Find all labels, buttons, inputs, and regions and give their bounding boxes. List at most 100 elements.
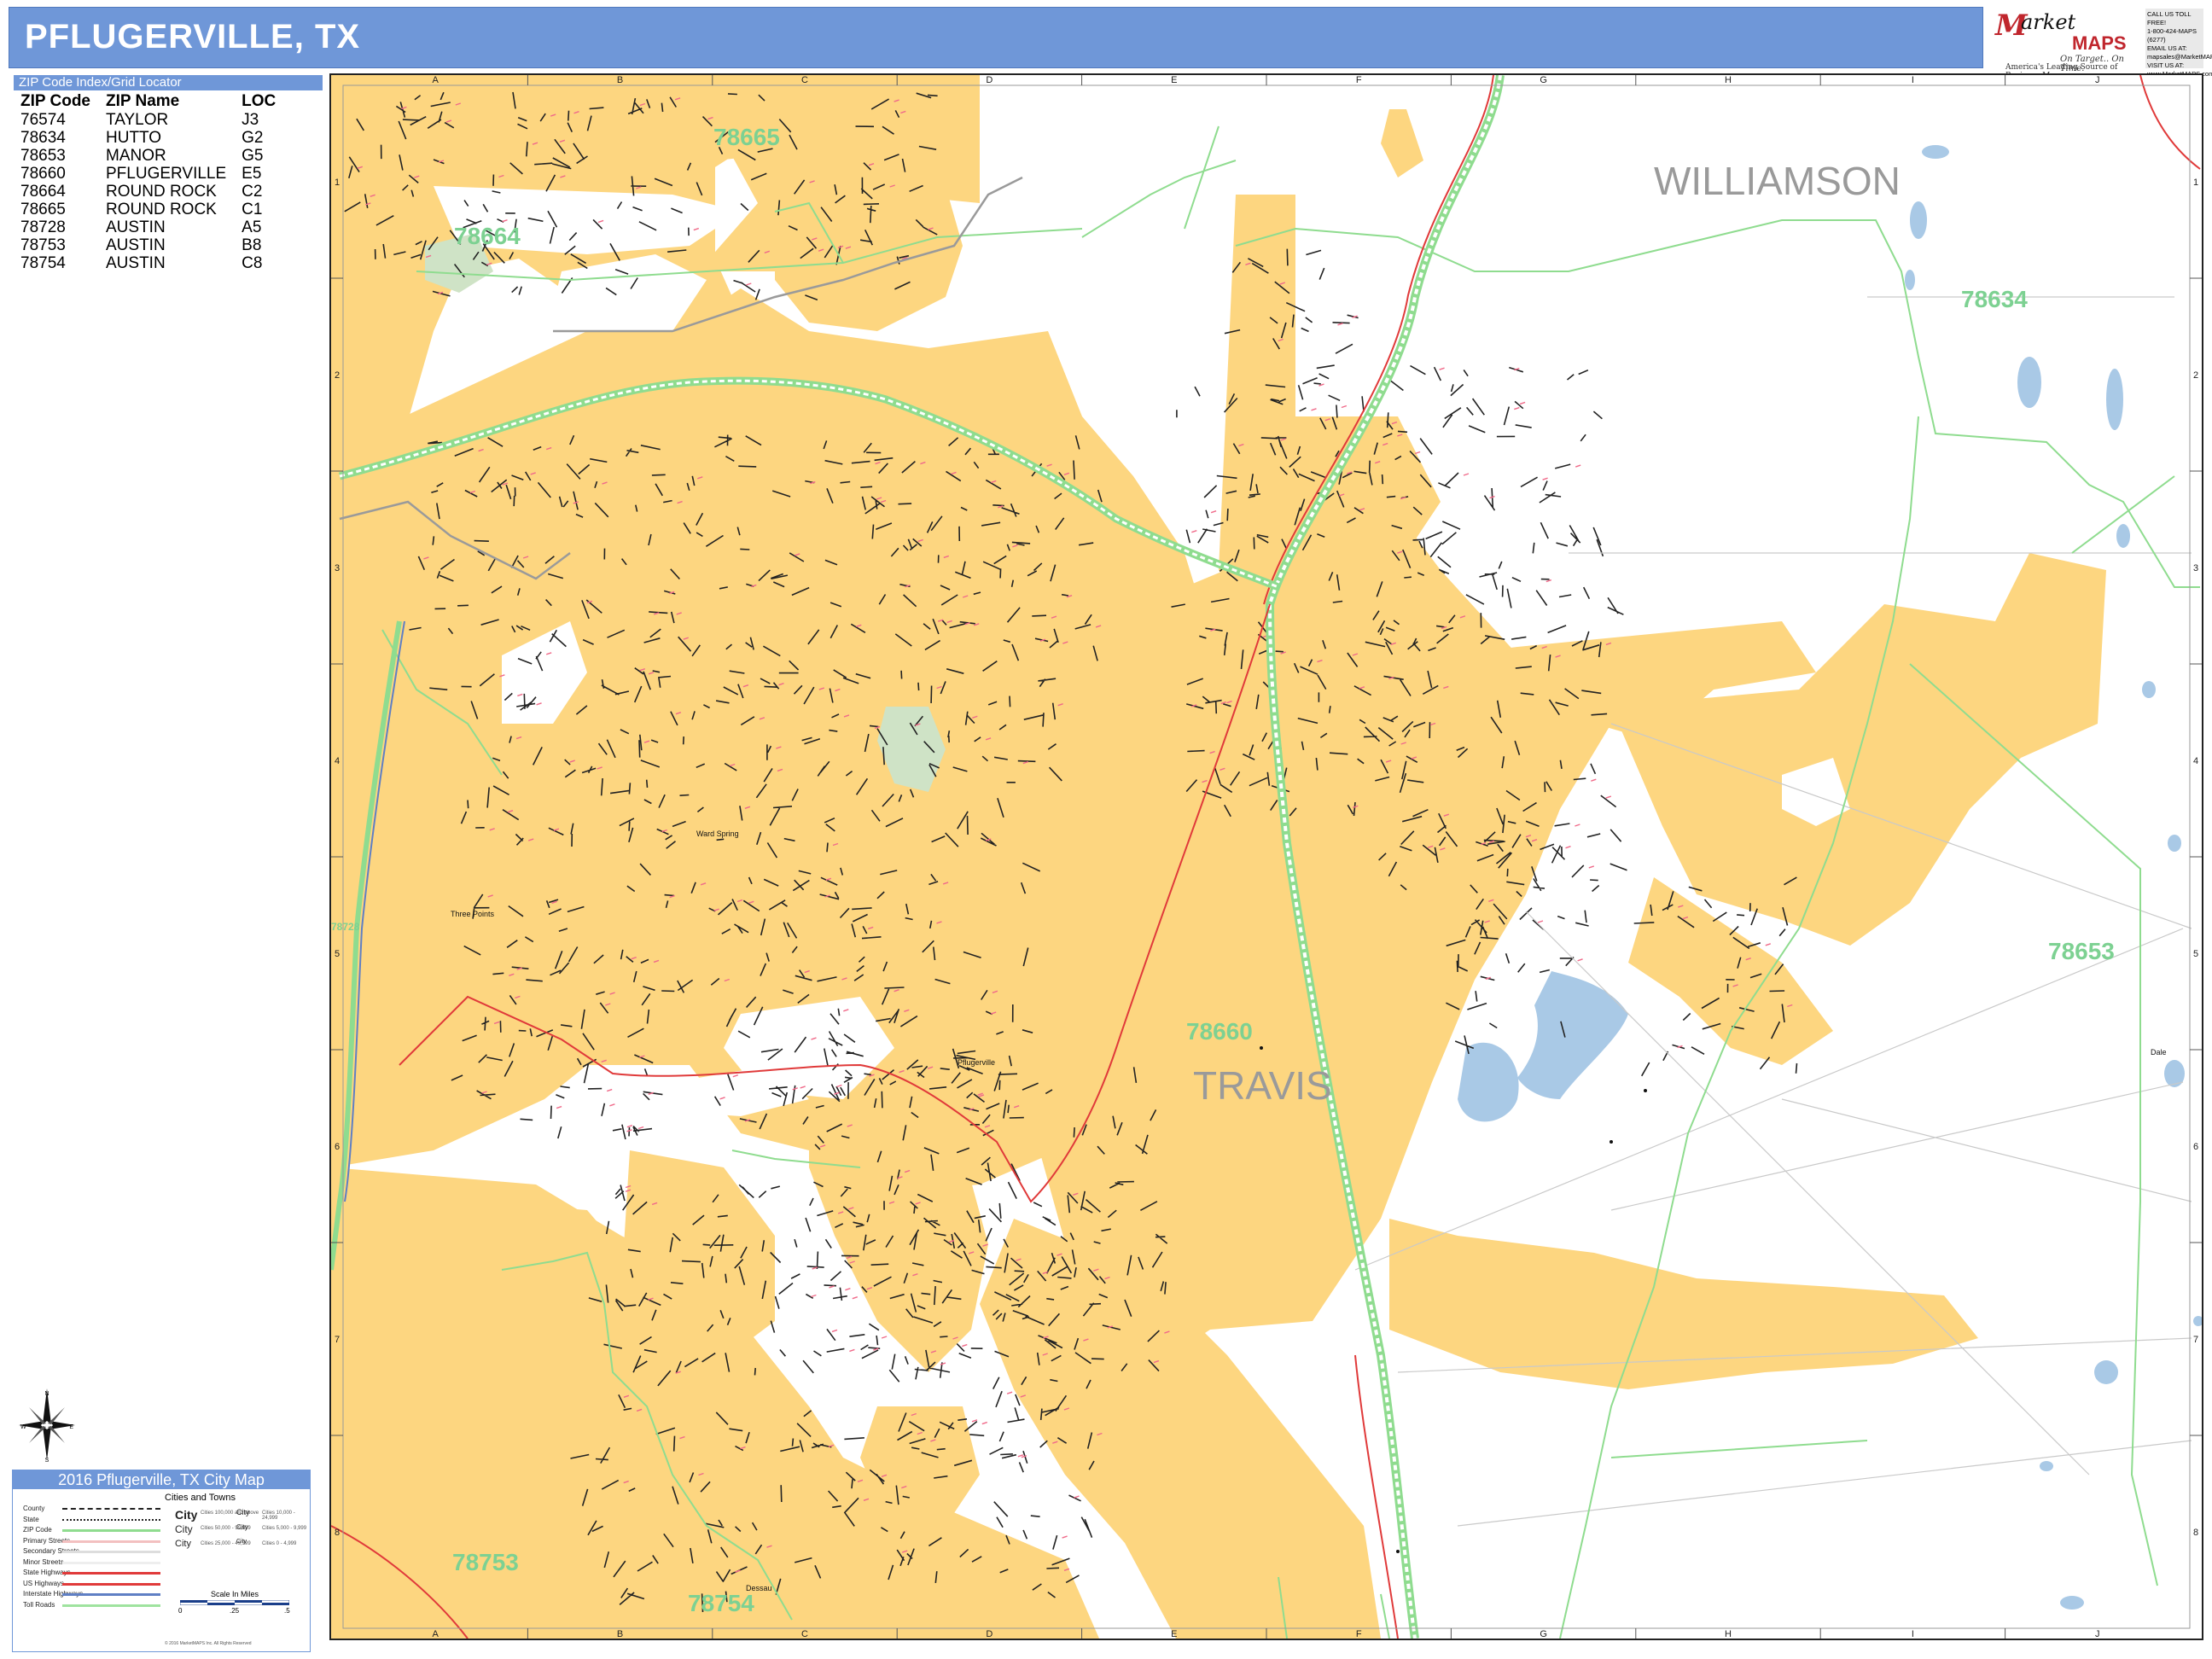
zip-code-cell: 78653 xyxy=(20,147,66,165)
place-label: Ward Spring xyxy=(696,830,739,838)
legend-row-label: US Highways xyxy=(23,1579,65,1587)
zip-row: 78634 HUTTO G2 xyxy=(14,129,284,147)
zip-label: 78754 xyxy=(688,1590,754,1616)
grid-column-label: H xyxy=(1725,75,1732,85)
zip-table-header-row: ZIP Code ZIP Name LOC xyxy=(14,92,284,111)
title-bar: PFLUGERVILLE, TX xyxy=(9,7,1983,68)
pond-icon xyxy=(1910,201,1927,239)
zip-row: 78754 AUSTIN C8 xyxy=(14,254,284,272)
legend-footer: © 2016 MarketMAPS Inc. All Rights Reserv… xyxy=(165,1641,252,1646)
legend-city-sample: City xyxy=(175,1539,191,1549)
scale-bar xyxy=(180,1600,289,1605)
logo-box: M arket MAPS On Target.. On Time. Americ… xyxy=(1990,7,2144,80)
legend-line-swatch xyxy=(62,1540,160,1543)
grid-column-label: J xyxy=(2095,75,2100,85)
place-label: Dessau xyxy=(746,1584,772,1592)
zip-code-cell: 78728 xyxy=(20,218,66,236)
zip-index: ZIP Code Index/Grid Locator ZIP Code ZIP… xyxy=(14,75,323,272)
grid-column-label: B xyxy=(617,1629,623,1639)
zip-row: 78660 PFLUGERVILLE E5 xyxy=(14,165,284,183)
grid-column-label: A xyxy=(433,75,439,85)
zip-loc-cell: C2 xyxy=(242,183,263,201)
compass-w: W xyxy=(20,1424,26,1430)
grid-column-label: F xyxy=(1356,75,1362,85)
place-dot xyxy=(1610,1140,1613,1144)
zip-index-header: ZIP Code Index/Grid Locator xyxy=(14,75,323,90)
grid-row-label: 5 xyxy=(2193,949,2198,959)
zip-name-cell: ROUND ROCK xyxy=(106,201,217,218)
legend-line-swatch xyxy=(62,1551,160,1553)
zip-code-cell: 78753 xyxy=(20,236,66,254)
pond-icon xyxy=(1922,145,1949,159)
pond-icon xyxy=(2017,357,2041,408)
pond-icon xyxy=(1905,270,1915,290)
grid-row-label: 5 xyxy=(335,949,340,959)
grid-row-label: 6 xyxy=(2193,1142,2198,1152)
zip-loc-cell: B8 xyxy=(242,236,262,254)
zip-name-cell: TAYLOR xyxy=(106,111,169,129)
grid-column-label: D xyxy=(986,75,992,85)
zip-name-cell: HUTTO xyxy=(106,129,162,147)
zip-row: 78665 ROUND ROCK C1 xyxy=(14,201,284,218)
grid-row-label: 7 xyxy=(2193,1335,2198,1345)
legend-city-sample: City xyxy=(175,1523,193,1535)
contact-line: 1-800-424-MAPS (6277) xyxy=(2147,27,2197,44)
column-header: LOC xyxy=(242,92,276,110)
place-label: Pflugerville xyxy=(958,1058,995,1067)
zip-name-cell: AUSTIN xyxy=(106,236,166,254)
zip-code-cell: 78665 xyxy=(20,201,66,218)
zip-code-cell: 78754 xyxy=(20,254,66,272)
grid-row-label: 8 xyxy=(2193,1528,2198,1538)
zip-loc-cell: G5 xyxy=(242,147,264,165)
column-header: ZIP Name xyxy=(106,92,180,110)
grid-row-label: 8 xyxy=(335,1528,340,1538)
grid-column-label: E xyxy=(1171,1629,1177,1639)
zip-name-cell: ROUND ROCK xyxy=(106,183,217,201)
grid-column-label: B xyxy=(617,75,623,85)
grid-row-label: 2 xyxy=(335,370,340,381)
grid-column-label: E xyxy=(1171,75,1177,85)
legend-line-swatch xyxy=(62,1529,160,1532)
grid-column-label: G xyxy=(1540,75,1547,85)
grid-column-label: H xyxy=(1725,1629,1732,1639)
pond-icon xyxy=(2193,1316,2202,1326)
zip-label: 78665 xyxy=(713,124,780,150)
legend-line-swatch xyxy=(62,1508,160,1512)
grid-row-label: 3 xyxy=(335,563,340,573)
city-limits xyxy=(331,75,2106,1639)
legend-pop-note: Cities 5,000 - 9,999 xyxy=(262,1526,307,1531)
zip-label: 78728 xyxy=(331,921,360,933)
zip-code-cell: 76574 xyxy=(20,111,66,129)
grid-row-label: 1 xyxy=(2193,178,2198,188)
pond-icon xyxy=(2116,524,2130,548)
place-label: Dale xyxy=(2151,1048,2167,1057)
zip-loc-cell: E5 xyxy=(242,165,262,183)
zip-name-cell: MANOR xyxy=(106,147,166,165)
legend-title: 2016 Pflugerville, TX City Map xyxy=(13,1470,310,1489)
scale-tick: 0 xyxy=(178,1607,183,1615)
market-maps-logo: M arket MAPS On Target.. On Time. Americ… xyxy=(1990,7,2212,80)
pond-icon xyxy=(2164,1060,2185,1087)
zip-row: 78728 AUSTIN A5 xyxy=(14,218,284,236)
map-canvas[interactable]: A A B B C C D D E E F F G G H H I I J J 1 1 2 2 3 3 4 4 5 5 6 6 7 7 8 8 WIL… xyxy=(331,75,2202,1639)
grid-row-label: 7 xyxy=(335,1335,340,1345)
place-dot xyxy=(1644,1089,1647,1092)
zip-code-cell: 78660 xyxy=(20,165,66,183)
zip-loc-cell: C8 xyxy=(242,254,263,272)
contact-line: mapsales@MarketMAPS.com xyxy=(2147,53,2212,61)
place-label: Three Points xyxy=(451,910,495,918)
legend: 2016 Pflugerville, TX City Map County Sta… xyxy=(12,1470,311,1652)
pond-icon xyxy=(2094,1360,2118,1384)
contact-line: VISIT US AT: xyxy=(2147,61,2185,69)
grid-column-label: C xyxy=(801,1629,808,1639)
zip-row: 78753 AUSTIN B8 xyxy=(14,236,284,254)
grid-column-label: A xyxy=(433,1629,439,1639)
city-limit-area xyxy=(1381,109,1423,178)
compass-n: N xyxy=(44,1391,49,1397)
compass-rose-icon: N S E W xyxy=(19,1388,75,1464)
zip-label: 78660 xyxy=(1186,1018,1253,1045)
legend-line-swatch xyxy=(62,1582,160,1586)
contact-line: EMAIL US AT: xyxy=(2147,44,2187,52)
zip-label: 78664 xyxy=(454,223,521,249)
legend-row-label: Minor Streets xyxy=(23,1557,64,1566)
